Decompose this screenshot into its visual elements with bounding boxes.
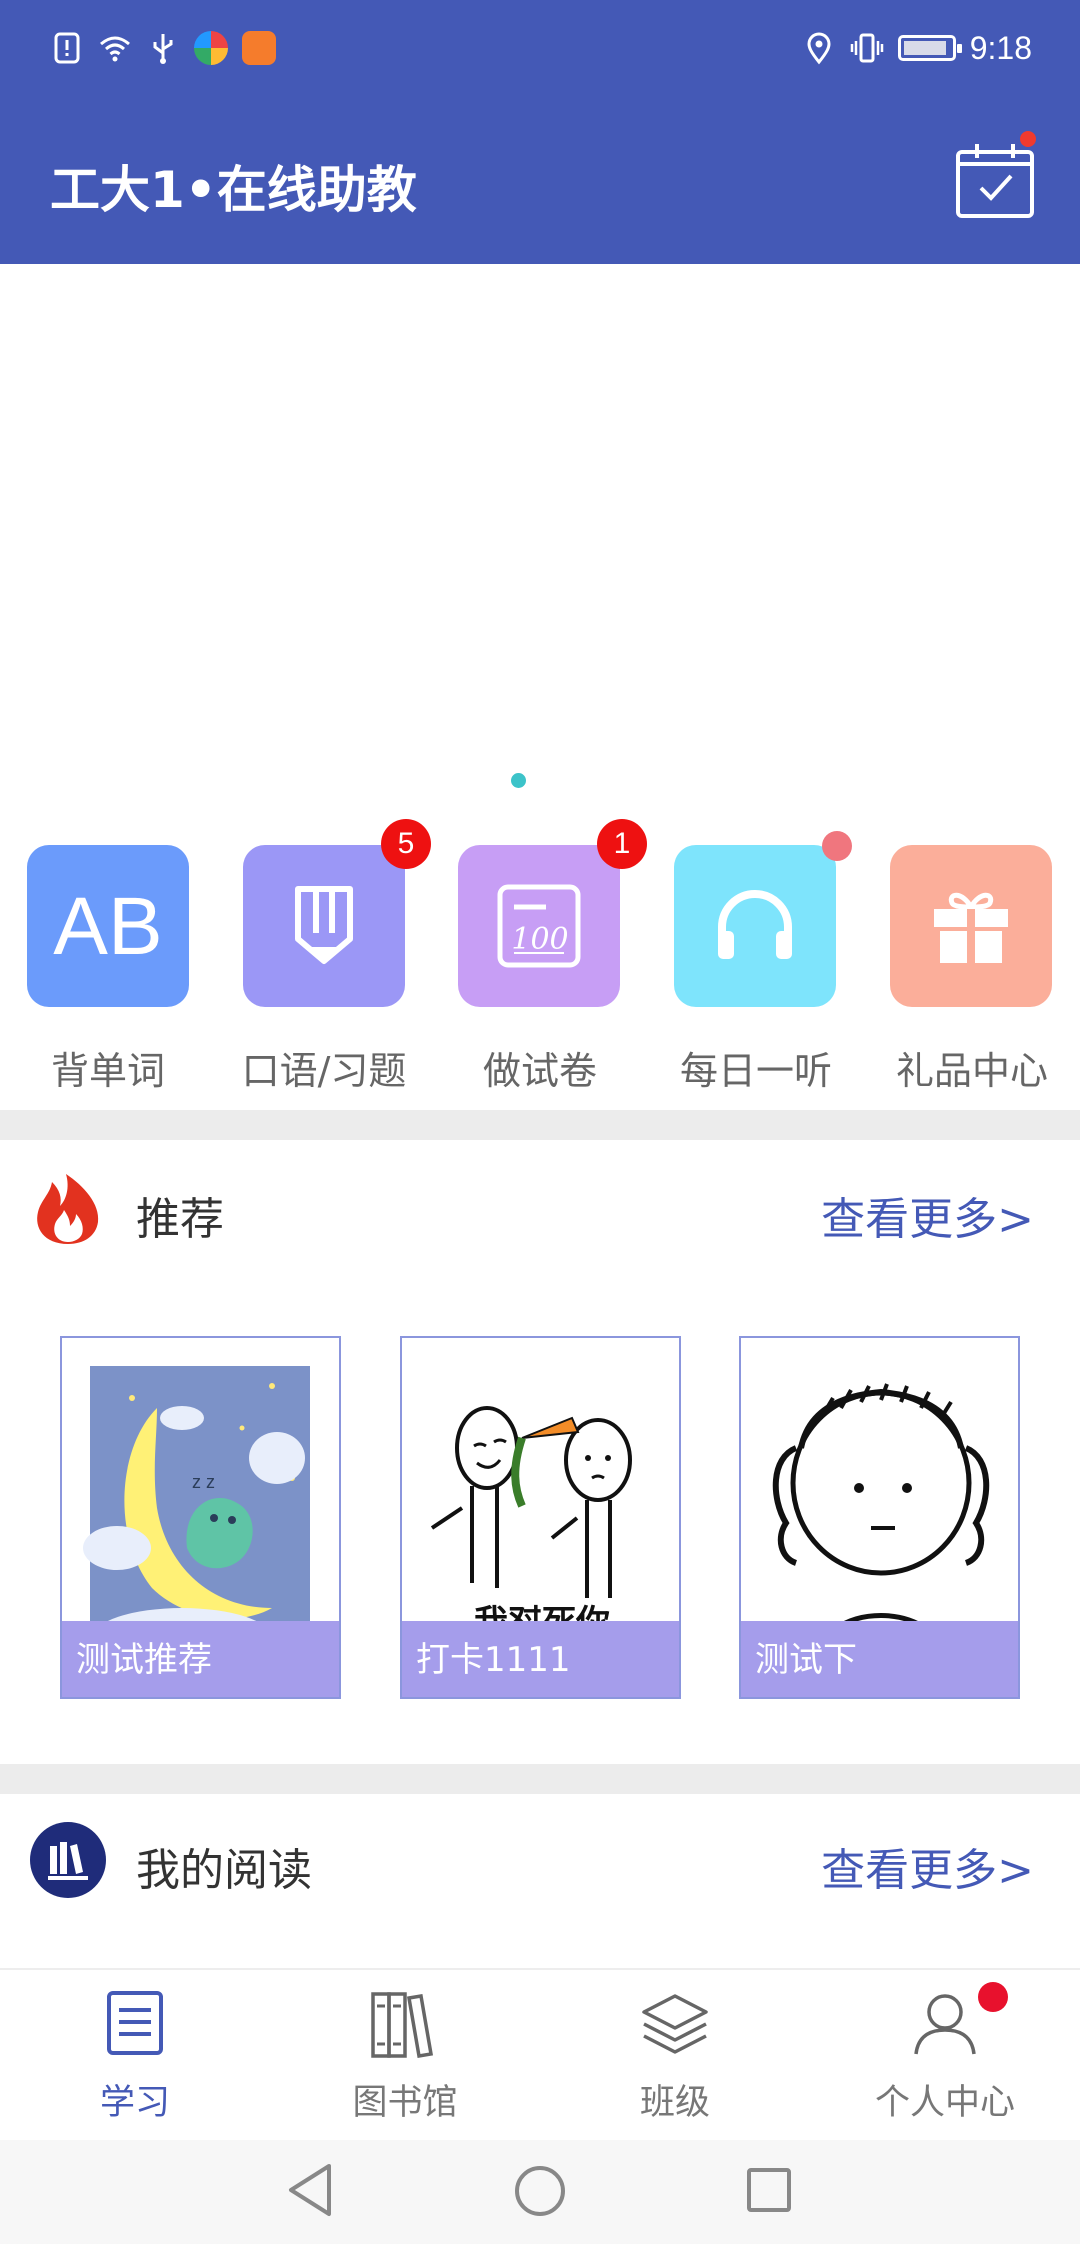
quick-menu-exercises[interactable]	[243, 845, 405, 1007]
usb-icon	[153, 34, 173, 64]
quick-menu-label: 做试卷	[482, 1049, 597, 1093]
svg-text:AB: AB	[53, 881, 162, 972]
quick-menu-label: 口语/习题	[241, 1049, 407, 1093]
wifi-icon	[100, 36, 130, 62]
browser-app-icon	[194, 31, 228, 65]
clock: 9:18	[969, 29, 1032, 66]
quick-menu-label: 礼品中心	[895, 1049, 1048, 1093]
svg-text:z z: z z	[192, 1472, 215, 1492]
back-icon[interactable]	[285, 2162, 335, 2218]
page-title: 工大1•在线助教	[50, 161, 417, 219]
person-icon	[914, 1994, 976, 2055]
recents-icon[interactable]	[745, 2166, 793, 2214]
location-icon	[807, 32, 831, 65]
calendar-notification-dot	[1020, 131, 1036, 147]
quick-menu-exam[interactable]: 100	[458, 845, 620, 1007]
card-label: 测试下	[755, 1640, 857, 1680]
exam-paper-icon: 100	[497, 884, 581, 968]
quick-menu-gift[interactable]	[890, 845, 1052, 1007]
tab-label: 学习	[99, 2083, 170, 2123]
vibrate-icon	[850, 33, 883, 63]
banner-carousel[interactable]	[0, 264, 1080, 794]
headphones-icon	[718, 890, 792, 959]
quick-menu-label: 每日一听	[679, 1049, 832, 1093]
profile-notification-dot	[978, 1982, 1008, 2012]
battery-icon	[897, 35, 962, 61]
system-navigation-bar	[0, 2140, 1080, 2244]
card-label: 打卡1111	[416, 1640, 571, 1680]
gift-icon	[934, 892, 1008, 963]
reading-title: 我的阅读	[136, 1845, 312, 1896]
alert-icon	[54, 32, 80, 64]
layers-icon	[642, 1994, 708, 2054]
exam-badge: 1	[597, 819, 647, 869]
recommend-more-link[interactable]: 查看更多>	[821, 1183, 1034, 1247]
tab-class[interactable]: 班级	[575, 1990, 775, 2130]
quick-menu-label: 背单词	[50, 1049, 165, 1093]
books-icon	[30, 1822, 106, 1898]
quick-menu-listening[interactable]	[674, 845, 836, 1007]
recommend-title: 推荐	[136, 1194, 224, 1245]
tab-study[interactable]: 学习	[35, 1990, 235, 2130]
quick-menu-vocabulary[interactable]: AB	[27, 845, 189, 1007]
tab-profile[interactable]: 个人中心	[845, 1990, 1045, 2130]
pencil-icon	[295, 886, 353, 964]
card-label: 测试推荐	[76, 1640, 212, 1680]
banner-indicator-dot[interactable]	[511, 773, 526, 788]
tab-label: 图书馆	[352, 2083, 458, 2123]
uc-app-icon	[242, 31, 276, 65]
status-left-icons	[50, 28, 276, 68]
recommend-card[interactable]: z z 测试推荐	[60, 1336, 341, 1699]
calendar-check-icon[interactable]	[955, 138, 1035, 220]
app-header: 9:18 工大1•在线助教	[0, 0, 1080, 264]
document-icon	[107, 1991, 163, 2055]
library-icon	[371, 1992, 434, 2059]
reading-more-link[interactable]: 查看更多>	[821, 1834, 1034, 1898]
ab-text-icon: AB	[53, 881, 162, 972]
svg-text:100: 100	[511, 922, 568, 957]
fire-icon	[37, 1174, 99, 1244]
home-icon[interactable]	[513, 2164, 567, 2218]
recommend-card[interactable]: 我怼死你 打卡1111	[400, 1336, 681, 1699]
status-right-icons: 9:18	[802, 28, 1032, 68]
tab-library[interactable]: 图书馆	[305, 1990, 505, 2130]
exercises-badge: 5	[381, 819, 431, 869]
tab-label: 个人中心	[874, 2083, 1015, 2123]
section-divider	[0, 1110, 1080, 1140]
status-bar: 9:18	[0, 0, 1080, 96]
recommend-card[interactable]: 测试下	[739, 1336, 1020, 1699]
section-divider	[0, 1764, 1080, 1794]
tab-label: 班级	[639, 2083, 710, 2123]
bottom-navigation: 学习 图书馆 班级 个人中心	[0, 1968, 1080, 2140]
listening-notification-dot	[822, 831, 852, 861]
